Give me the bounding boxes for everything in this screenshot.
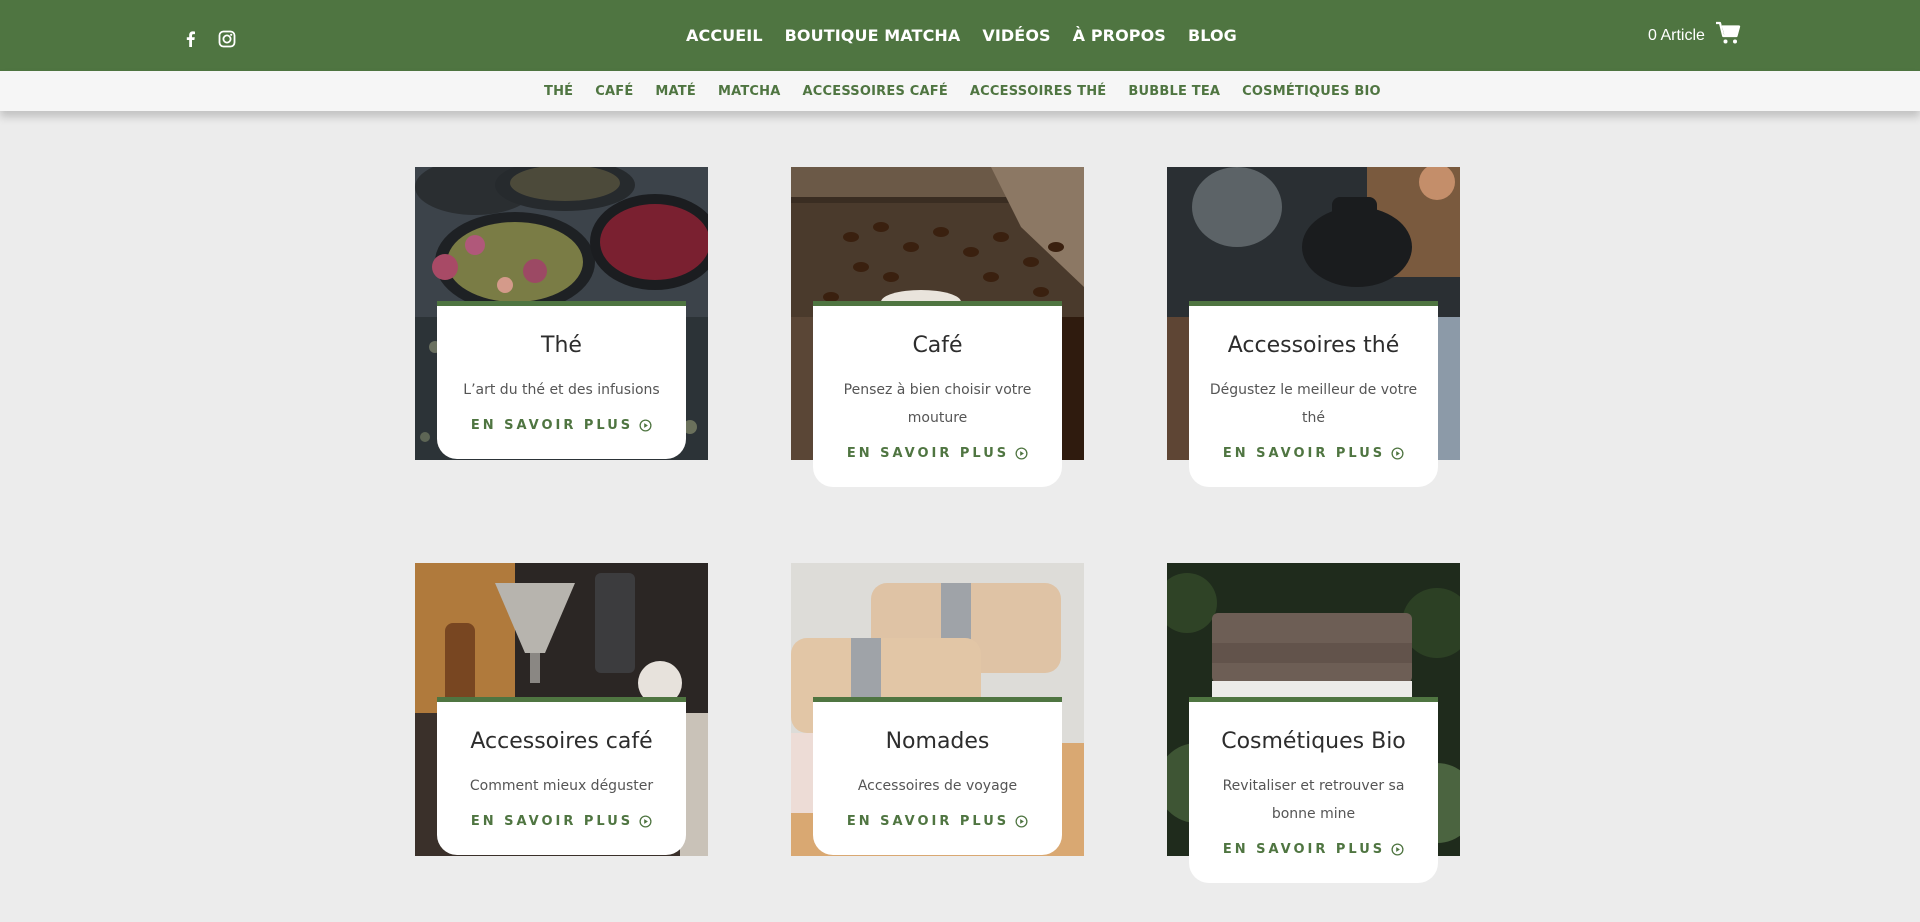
nav-a-propos[interactable]: À PROPOS [1073,26,1166,45]
en-savoir-plus-link[interactable]: EN SAVOIR PLUS [847,814,1028,829]
category-matcha[interactable]: MATCHA [718,84,781,99]
nav-accueil[interactable]: ACCUEIL [686,26,763,45]
category-cafe[interactable]: CAFÉ [595,84,633,99]
play-circle-icon [1391,843,1404,856]
play-circle-icon [639,815,652,828]
nav-blog[interactable]: BLOG [1188,26,1237,45]
link-label: EN SAVOIR PLUS [470,418,634,434]
card-description: Comment mieux déguster [469,778,654,795]
card-panel: Accessoires café Comment mieux déguster … [437,697,686,856]
card-title: Accessoires café [470,729,653,754]
category-nav: THÉ CAFÉ MATÉ MATCHA ACCESSOIRES CAFÉ AC… [544,71,1381,111]
play-circle-icon [1015,447,1028,460]
play-circle-icon [1391,447,1404,460]
card-description: Pensez à bien choisir votre mouture [843,382,1032,427]
instagram-icon[interactable] [218,30,236,48]
card-title: Accessoires thé [1227,333,1400,358]
card-description: Revitaliser et retrouver sa bonne mine [1222,778,1405,823]
card-panel: Thé L’art du thé et des infusions EN SAV… [437,301,686,460]
en-savoir-plus-link[interactable]: EN SAVOIR PLUS [1223,446,1404,461]
card-description: Accessoires de voyage [857,778,1018,795]
category-cosmetiques-bio[interactable]: COSMÉTIQUES BIO [1242,84,1381,99]
card-title: Nomades [885,729,990,754]
card-panel: Cosmétiques Bio Revitaliser et retrouver… [1189,697,1438,884]
category-accessoires-the[interactable]: ACCESSOIRES THÉ [970,84,1106,99]
cart-link[interactable]: 0 Article [1648,0,1741,71]
card-panel: Accessoires thé Dégustez le meilleur de … [1189,301,1438,488]
link-label: EN SAVOIR PLUS [470,814,634,830]
link-label: EN SAVOIR PLUS [846,814,1010,830]
en-savoir-plus-link[interactable]: EN SAVOIR PLUS [1223,842,1404,857]
facebook-icon[interactable] [182,30,200,48]
card-title: Cosmétiques Bio [1221,729,1406,754]
cart-count: 0 Article [1648,26,1705,44]
category-accessoires-cafe[interactable]: ACCESSOIRES CAFÉ [803,84,948,99]
play-circle-icon [639,419,652,432]
card-panel: Nomades Accessoires de voyage EN SAVOIR … [813,697,1062,856]
main-nav: ACCUEIL BOUTIQUE MATCHA VIDÉOS À PROPOS … [686,0,1237,71]
cart-icon [1715,21,1741,50]
social-links [182,30,236,48]
en-savoir-plus-link[interactable]: EN SAVOIR PLUS [471,814,652,829]
link-label: EN SAVOIR PLUS [1222,446,1386,462]
category-bubble-tea[interactable]: BUBBLE TEA [1128,84,1220,99]
nav-videos[interactable]: VIDÉOS [982,26,1050,45]
category-mate[interactable]: MATÉ [655,84,696,99]
card-title: Thé [541,333,582,358]
en-savoir-plus-link[interactable]: EN SAVOIR PLUS [471,418,652,433]
play-circle-icon [1015,815,1028,828]
category-the[interactable]: THÉ [544,84,573,99]
category-bar: THÉ CAFÉ MATÉ MATCHA ACCESSOIRES CAFÉ AC… [0,71,1920,111]
link-label: EN SAVOIR PLUS [846,446,1010,462]
en-savoir-plus-link[interactable]: EN SAVOIR PLUS [847,446,1028,461]
card-description: Dégustez le meilleur de votre thé [1209,382,1418,427]
top-header: ACCUEIL BOUTIQUE MATCHA VIDÉOS À PROPOS … [0,0,1920,71]
card-panel: Café Pensez à bien choisir votre mouture… [813,301,1062,488]
card-title: Café [912,333,963,358]
nav-boutique-matcha[interactable]: BOUTIQUE MATCHA [785,26,961,45]
link-label: EN SAVOIR PLUS [1222,842,1386,858]
card-description: L’art du thé et des infusions [463,382,660,399]
